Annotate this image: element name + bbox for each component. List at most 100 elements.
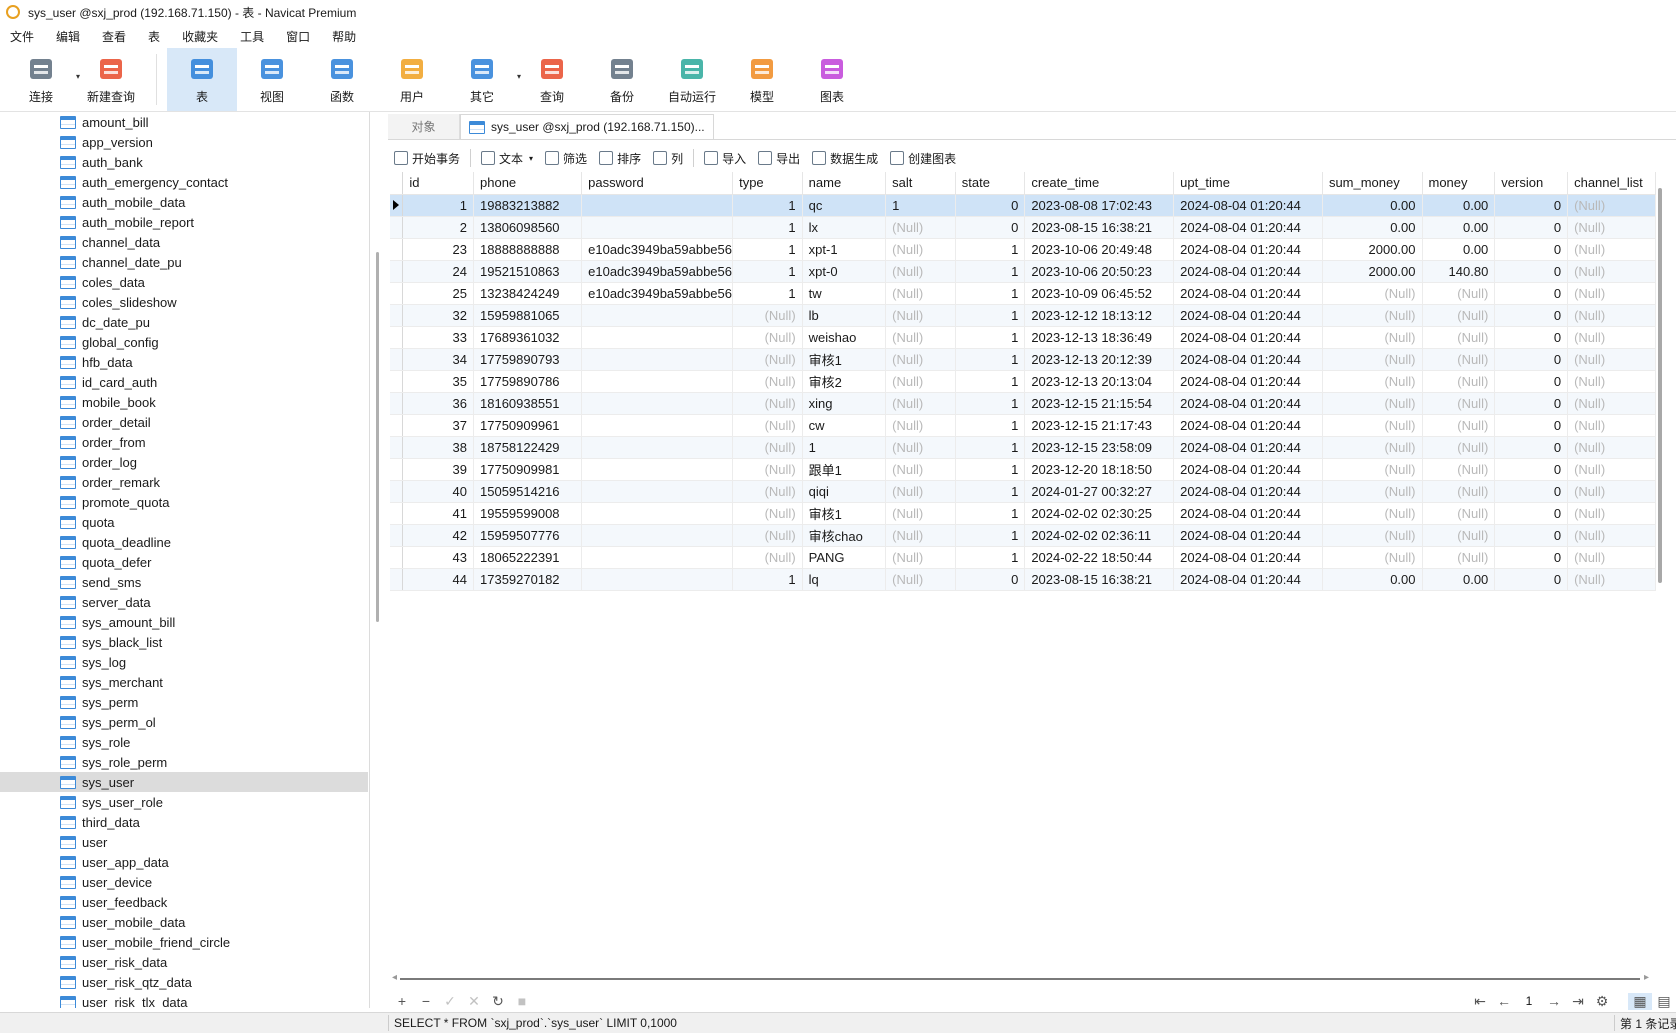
cell-sum-money[interactable]: (Null): [1322, 370, 1423, 393]
cell-type[interactable]: 1: [732, 568, 803, 591]
cell-phone[interactable]: 13806098560: [473, 216, 583, 239]
grid-tool-create-chart[interactable]: 创建图表: [884, 147, 962, 169]
cell-name[interactable]: cw: [802, 414, 887, 437]
row-selector[interactable]: [390, 326, 404, 349]
cell-password[interactable]: [581, 546, 734, 569]
cell-version[interactable]: 0: [1494, 260, 1569, 283]
cell-id[interactable]: 36: [402, 392, 474, 415]
cell-name[interactable]: lq: [802, 568, 887, 591]
tree-item-sys-role-perm[interactable]: sys_role_perm: [0, 752, 369, 772]
cell-id[interactable]: 25: [402, 282, 474, 305]
table-row[interactable]: 38 18758122429 (Null) 1 (Null) 1 2023-12-15 23…: [390, 436, 1656, 459]
toolbar-button-0[interactable]: ▾ 连接: [6, 48, 80, 111]
cell-password[interactable]: [581, 194, 734, 217]
row-selector[interactable]: [390, 370, 404, 393]
cell-money[interactable]: (Null): [1422, 502, 1496, 525]
cell-name[interactable]: xing: [802, 392, 887, 415]
cell-money[interactable]: (Null): [1422, 304, 1496, 327]
menu-item[interactable]: 查看: [92, 28, 138, 45]
grid-tool-filter[interactable]: 筛选: [539, 147, 593, 169]
cell-upt-time[interactable]: 2024-08-04 01:20:44: [1173, 392, 1323, 415]
cell-id[interactable]: 33: [402, 326, 474, 349]
cell-state[interactable]: 0: [955, 194, 1026, 217]
tree-item-server-data[interactable]: server_data: [0, 592, 369, 612]
cell-sum-money[interactable]: 2000.00: [1322, 238, 1423, 261]
cell-name[interactable]: 审核chao: [802, 524, 887, 547]
cell-salt[interactable]: (Null): [885, 458, 956, 481]
tree-item-channel-data[interactable]: channel_data: [0, 232, 369, 252]
cell-password[interactable]: [581, 568, 734, 591]
tree-item-coles-slideshow[interactable]: coles_slideshow: [0, 292, 369, 312]
tree-item-auth-mobile-report[interactable]: auth_mobile_report: [0, 212, 369, 232]
table-row[interactable]: 40 15059514216 (Null) qiqi (Null) 1 2024-01-27…: [390, 480, 1656, 503]
cell-salt[interactable]: (Null): [885, 304, 956, 327]
cell-phone[interactable]: 17359270182: [473, 568, 583, 591]
tree-item-quota-defer[interactable]: quota_defer: [0, 552, 369, 572]
cell-password[interactable]: [581, 436, 734, 459]
cell-upt-time[interactable]: 2024-08-04 01:20:44: [1173, 436, 1323, 459]
cell-upt-time[interactable]: 2024-08-04 01:20:44: [1173, 194, 1323, 217]
cell-phone[interactable]: 18888888888: [473, 238, 583, 261]
tree-item-sys-role[interactable]: sys_role: [0, 732, 369, 752]
cell-sum-money[interactable]: (Null): [1322, 282, 1423, 305]
column-header-state[interactable]: state: [955, 172, 1026, 195]
cell-name[interactable]: PANG: [802, 546, 887, 569]
cell-create-time[interactable]: 2024-02-02 02:36:11: [1024, 524, 1175, 547]
cell-password[interactable]: [581, 502, 734, 525]
cell-name[interactable]: 审核1: [802, 502, 887, 525]
table-row[interactable]: 25 13238424249 e10adc3949ba59abbe56 1 tw (Nul…: [390, 282, 1656, 305]
row-selector[interactable]: [390, 216, 404, 239]
cell-type[interactable]: (Null): [732, 480, 803, 503]
cell-id[interactable]: 42: [402, 524, 474, 547]
page-number[interactable]: 1: [1516, 994, 1542, 1008]
table-row[interactable]: 37 17750909961 (Null) cw (Null) 1 2023-12-15 2…: [390, 414, 1656, 437]
cell-channel-list[interactable]: (Null): [1567, 436, 1656, 459]
cell-create-time[interactable]: 2023-08-08 17:02:43: [1024, 194, 1175, 217]
cell-channel-list[interactable]: (Null): [1567, 348, 1656, 371]
cell-create-time[interactable]: 2023-12-12 18:13:12: [1024, 304, 1175, 327]
cell-channel-list[interactable]: (Null): [1567, 238, 1656, 261]
cell-sum-money[interactable]: 2000.00: [1322, 260, 1423, 283]
cell-salt[interactable]: (Null): [885, 392, 956, 415]
cell-sum-money[interactable]: 0.00: [1322, 194, 1423, 217]
tree-item-user-risk-tlx-data[interactable]: user_risk_tlx_data: [0, 992, 369, 1008]
toolbar-button-3[interactable]: 视图: [237, 48, 307, 111]
cell-sum-money[interactable]: (Null): [1322, 304, 1423, 327]
cell-money[interactable]: (Null): [1422, 282, 1496, 305]
column-header-channel-list[interactable]: channel_list: [1567, 172, 1656, 195]
grid-tool-export[interactable]: 导出: [752, 147, 806, 169]
tree-item-auth-mobile-data[interactable]: auth_mobile_data: [0, 192, 369, 212]
cell-id[interactable]: 1: [402, 194, 474, 217]
scroll-right-icon[interactable]: ▸: [1644, 972, 1649, 983]
menu-item[interactable]: 帮助: [322, 28, 368, 45]
tree-item-user-mobile-friend-circle[interactable]: user_mobile_friend_circle: [0, 932, 369, 952]
table-row[interactable]: 2 13806098560 1 lx (Null) 0 2023-08-15 16:38:2…: [390, 216, 1656, 239]
tree-item-sys-perm[interactable]: sys_perm: [0, 692, 369, 712]
cell-version[interactable]: 0: [1494, 282, 1569, 305]
cell-create-time[interactable]: 2023-08-15 16:38:21: [1024, 216, 1175, 239]
cell-sum-money[interactable]: 0.00: [1322, 216, 1423, 239]
cell-phone[interactable]: 17759890786: [473, 370, 583, 393]
cell-channel-list[interactable]: (Null): [1567, 414, 1656, 437]
cell-salt[interactable]: (Null): [885, 326, 956, 349]
tree-item-sys-perm-ol[interactable]: sys_perm_ol: [0, 712, 369, 732]
tree-item-sys-black-list[interactable]: sys_black_list: [0, 632, 369, 652]
cell-version[interactable]: 0: [1494, 370, 1569, 393]
cell-upt-time[interactable]: 2024-08-04 01:20:44: [1173, 216, 1323, 239]
cell-password[interactable]: [581, 326, 734, 349]
dropdown-caret-icon[interactable]: ▾: [529, 154, 533, 163]
table-row[interactable]: 41 19559599008 (Null) 审核1 (Null) 1 2024-02-02 …: [390, 502, 1656, 525]
tree-item-order-remark[interactable]: order_remark: [0, 472, 369, 492]
settings-gear-icon[interactable]: ⚙: [1590, 993, 1614, 1010]
cell-upt-time[interactable]: 2024-08-04 01:20:44: [1173, 414, 1323, 437]
cell-money[interactable]: (Null): [1422, 436, 1496, 459]
column-header-name[interactable]: name: [802, 172, 887, 195]
cell-type[interactable]: (Null): [732, 392, 803, 415]
cell-password[interactable]: [581, 216, 734, 239]
tree-item-dc-date-pu[interactable]: dc_date_pu: [0, 312, 369, 332]
cell-phone[interactable]: 15959881065: [473, 304, 583, 327]
toolbar-button-2[interactable]: 表: [167, 48, 237, 111]
cell-upt-time[interactable]: 2024-08-04 01:20:44: [1173, 524, 1323, 547]
cell-password[interactable]: [581, 304, 734, 327]
toolbar-button-10[interactable]: 模型: [727, 48, 797, 111]
